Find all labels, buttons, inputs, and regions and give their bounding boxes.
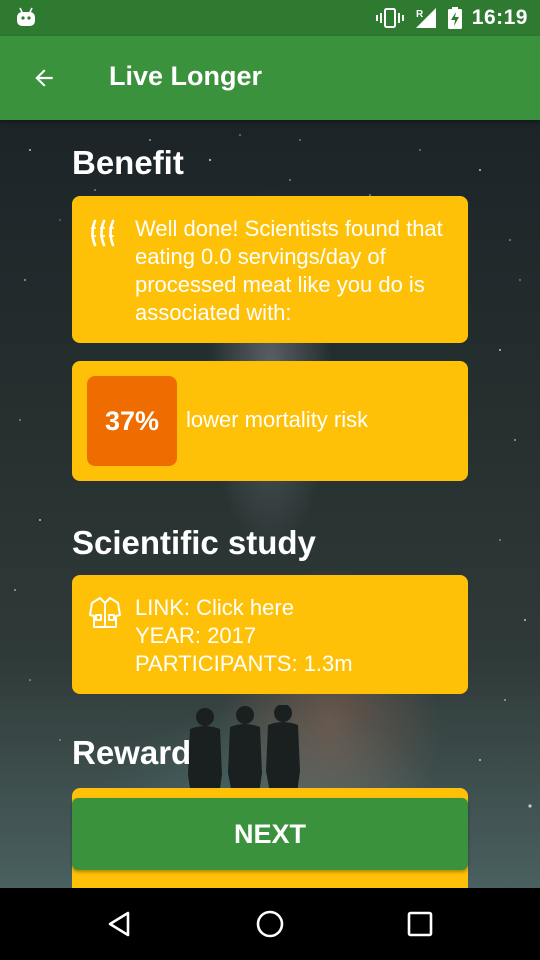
reward-heading: Reward <box>72 734 192 771</box>
battery-charging-icon <box>447 7 462 29</box>
benefit-message-card: Well done! Scientists found that eating … <box>72 196 468 343</box>
page-title: Live Longer <box>109 61 263 91</box>
android-icon <box>17 7 35 26</box>
lab-coat-icon <box>89 597 121 628</box>
next-button[interactable]: NEXT <box>72 798 468 870</box>
nav-recents-button[interactable] <box>396 900 444 948</box>
back-triangle-icon <box>108 911 130 937</box>
arrow-back-icon <box>35 69 53 87</box>
nav-home-button[interactable] <box>246 900 294 948</box>
benefit-heading: Benefit <box>72 144 184 181</box>
sausage-icon <box>91 219 115 247</box>
app-bar: Live Longer <box>0 36 540 120</box>
content-area[interactable]: Benefit Well done! Scientists found that… <box>0 120 540 888</box>
result-text: lower mortality risk <box>186 407 369 432</box>
back-button[interactable] <box>20 54 68 102</box>
study-heading: Scientific study <box>72 524 316 561</box>
status-time: 16:19 <box>471 6 528 29</box>
study-participants: PARTICIPANTS: 1.3m <box>135 651 353 676</box>
study-link[interactable]: LINK: Click here <box>135 594 353 622</box>
nav-back-button[interactable] <box>96 900 144 948</box>
study-card: LINK: Click here YEAR: 2017 PARTICIPANTS… <box>72 575 468 694</box>
recents-square-icon <box>407 911 433 937</box>
study-year: YEAR: 2017 <box>135 623 257 648</box>
navigation-bar <box>0 888 540 960</box>
home-circle-icon <box>256 910 284 938</box>
benefit-result-card: 37% lower mortality risk <box>72 361 468 481</box>
vibrate-icon <box>375 8 404 28</box>
svg-text:R: R <box>416 9 424 20</box>
percent-badge: 37% <box>87 376 177 466</box>
status-bar: R 16:19 <box>0 0 540 36</box>
benefit-message: Well done! Scientists found that eating … <box>135 216 443 325</box>
signal-roaming-icon: R <box>415 8 436 28</box>
